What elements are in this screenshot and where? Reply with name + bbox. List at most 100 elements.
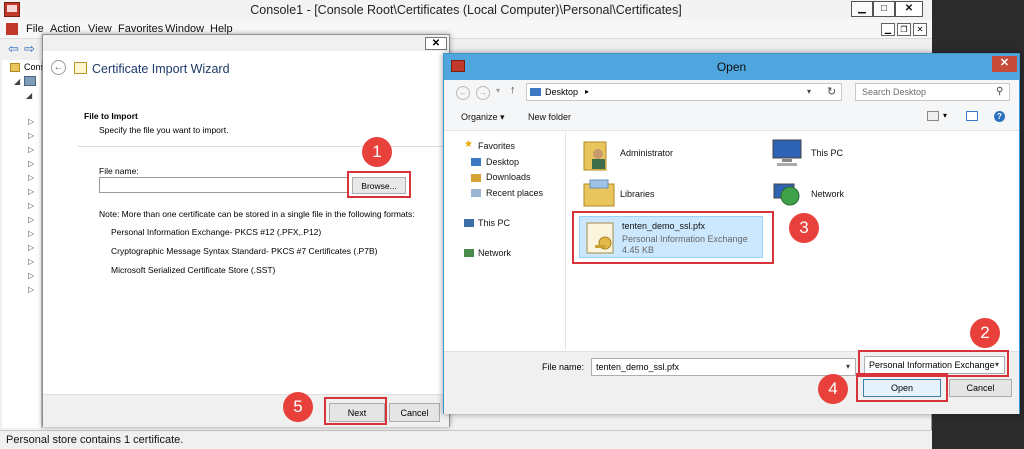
step-badge-3: 3 [789,213,819,243]
tree-expand-arrow[interactable]: ▷ [28,271,34,280]
wizard-close-button[interactable]: ✕ [425,37,447,50]
certificates-snapin-icon [24,76,36,86]
console-titlebar: Console1 - [Console Root\Certificates (L… [0,0,932,20]
desktop-icon [471,158,481,166]
wizard-back-icon[interactable]: ← [51,60,66,75]
tree-expand-arrow[interactable]: ▷ [28,145,34,154]
close-icon[interactable]: ✕ [895,1,923,17]
navigation-pane: ★ Favorites Desktop Downloads Recent pla… [444,132,566,350]
maximize-button[interactable]: □ [873,1,895,17]
tree-expand-arrow[interactable]: ▷ [28,229,34,238]
tree-expand-arrow[interactable]: ▷ [28,131,34,140]
wizard-subheading: Specify the file you want to import. [99,125,229,135]
item-network[interactable]: Network [811,189,844,199]
chevron-down-icon[interactable]: ▾ [846,362,850,371]
tree-collapse-arrow[interactable]: ◢ [14,77,20,86]
tree-expand-arrow[interactable]: ▷ [28,243,34,252]
view-options-icon[interactable] [927,111,939,121]
format-pfx: Personal Information Exchange- PKCS #12 … [111,227,322,237]
certificate-import-wizard: ✕ ← Certificate Import Wizard File to Im… [42,34,450,427]
network-globe-icon [770,176,802,208]
nav-desktop[interactable]: Desktop [486,157,519,167]
console-statusbar: Personal store contains 1 certificate. [0,430,932,449]
file-highlight-box [572,211,774,264]
format-sst: Microsoft Serialized Certificate Store (… [111,265,276,275]
status-text: Personal store contains 1 certificate. [6,434,184,446]
administrator-folder-icon [582,138,612,172]
wizard-footer: Next Cancel [43,394,449,427]
step-badge-5: 5 [283,392,313,422]
nav-network[interactable]: Network [478,248,511,258]
desktop-icon [530,88,541,96]
refresh-icon[interactable]: ↻ [827,85,836,98]
child-minimize-button[interactable]: ▁ [881,23,895,36]
open-highlight-box [856,373,948,402]
minimize-button[interactable]: ▁ [851,1,873,17]
step-badge-4: 4 [818,374,848,404]
tree-expand-arrow[interactable]: ▷ [28,285,34,294]
address-dropdown-icon[interactable]: ▾ [807,87,811,96]
item-this-pc[interactable]: This PC [811,148,843,158]
format-p7b: Cryptographic Message Syntax Standard- P… [111,246,378,256]
tree-expand-arrow[interactable]: ▷ [28,173,34,182]
wizard-heading: File to Import [84,111,138,121]
search-input[interactable]: Search Desktop ⚲ [855,83,1010,101]
certificate-icon [74,62,87,74]
new-folder-button[interactable]: New folder [528,112,571,122]
libraries-folder-icon [582,178,616,208]
back-arrow-icon[interactable]: ⇦ [8,41,19,57]
step-badge-1: 1 [362,137,392,167]
network-icon [464,249,474,257]
address-bar[interactable]: Desktop ▸ ▾ ↻ [526,83,842,101]
wizard-separator [78,146,448,147]
tree-expand-arrow[interactable]: ▷ [28,117,34,126]
preview-pane-icon[interactable] [966,111,978,121]
downloads-icon [471,174,481,182]
item-administrator[interactable]: Administrator [620,148,673,158]
child-close-button[interactable]: ✕ [913,23,927,36]
open-dialog-cancel-button[interactable]: Cancel [949,379,1012,397]
back-icon[interactable]: ← [456,86,470,100]
item-libraries[interactable]: Libraries [620,189,655,199]
wizard-cancel-button[interactable]: Cancel [389,403,440,422]
forward-arrow-icon[interactable]: ⇨ [24,41,35,57]
folder-icon [10,63,20,72]
breadcrumb-chevron-icon[interactable]: ▸ [585,87,589,96]
tree-expand-arrow[interactable]: ▷ [28,187,34,196]
open-file-name-input[interactable]: tenten_demo_ssl.pfx ▾ [591,358,856,376]
step-badge-2: 2 [970,318,1000,348]
tree-expand-arrow[interactable]: ▷ [28,215,34,224]
tree-expand-arrow[interactable]: ▷ [28,201,34,210]
console-tree-pane: Conso ◢ ◢ ▷ ▷ ▷ ▷ ▷ ▷ ▷ ▷ ▷ ▷ ▷ ▷ ▷ [2,60,50,428]
recent-places-icon [471,189,481,197]
open-dialog-title: Open [716,60,747,74]
nav-this-pc[interactable]: This PC [478,218,510,228]
search-icon: ⚲ [996,86,1004,97]
nav-downloads[interactable]: Downloads [486,172,531,182]
open-file-dialog: Open ✕ ← → ▾ ↑ Desktop ▸ ▾ ↻ Search Desk… [443,53,1020,414]
view-dropdown-icon[interactable]: ▾ [943,111,947,120]
star-icon: ★ [464,139,473,150]
organize-label: Organize [461,112,498,122]
help-icon[interactable]: ? [994,111,1005,122]
organize-button[interactable]: Organize ▾ [461,112,505,123]
computer-icon [464,219,474,227]
console-title: Console1 - [Console Root\Certificates (L… [250,3,682,17]
nav-recent-places[interactable]: Recent places [486,188,543,198]
file-name-input[interactable] [99,177,348,193]
nav-favorites[interactable]: Favorites [478,141,515,151]
tree-collapse-arrow[interactable]: ◢ [26,91,32,100]
up-arrow-icon[interactable]: ↑ [510,84,516,96]
tree-expand-arrow[interactable]: ▷ [28,257,34,266]
recent-dropdown-icon[interactable]: ▾ [496,86,500,95]
forward-icon[interactable]: → [476,86,490,100]
address-text: Desktop [545,87,579,97]
tree-expand-arrow[interactable]: ▷ [28,159,34,168]
open-dialog-close-button[interactable]: ✕ [992,56,1017,72]
mmc-menu-icon [6,23,18,35]
browse-highlight-box [347,171,411,198]
child-restore-button[interactable]: ❐ [897,23,911,36]
open-dialog-titlebar: Open ✕ [444,54,1019,80]
this-pc-icon [770,138,804,168]
next-highlight-box [324,397,387,425]
